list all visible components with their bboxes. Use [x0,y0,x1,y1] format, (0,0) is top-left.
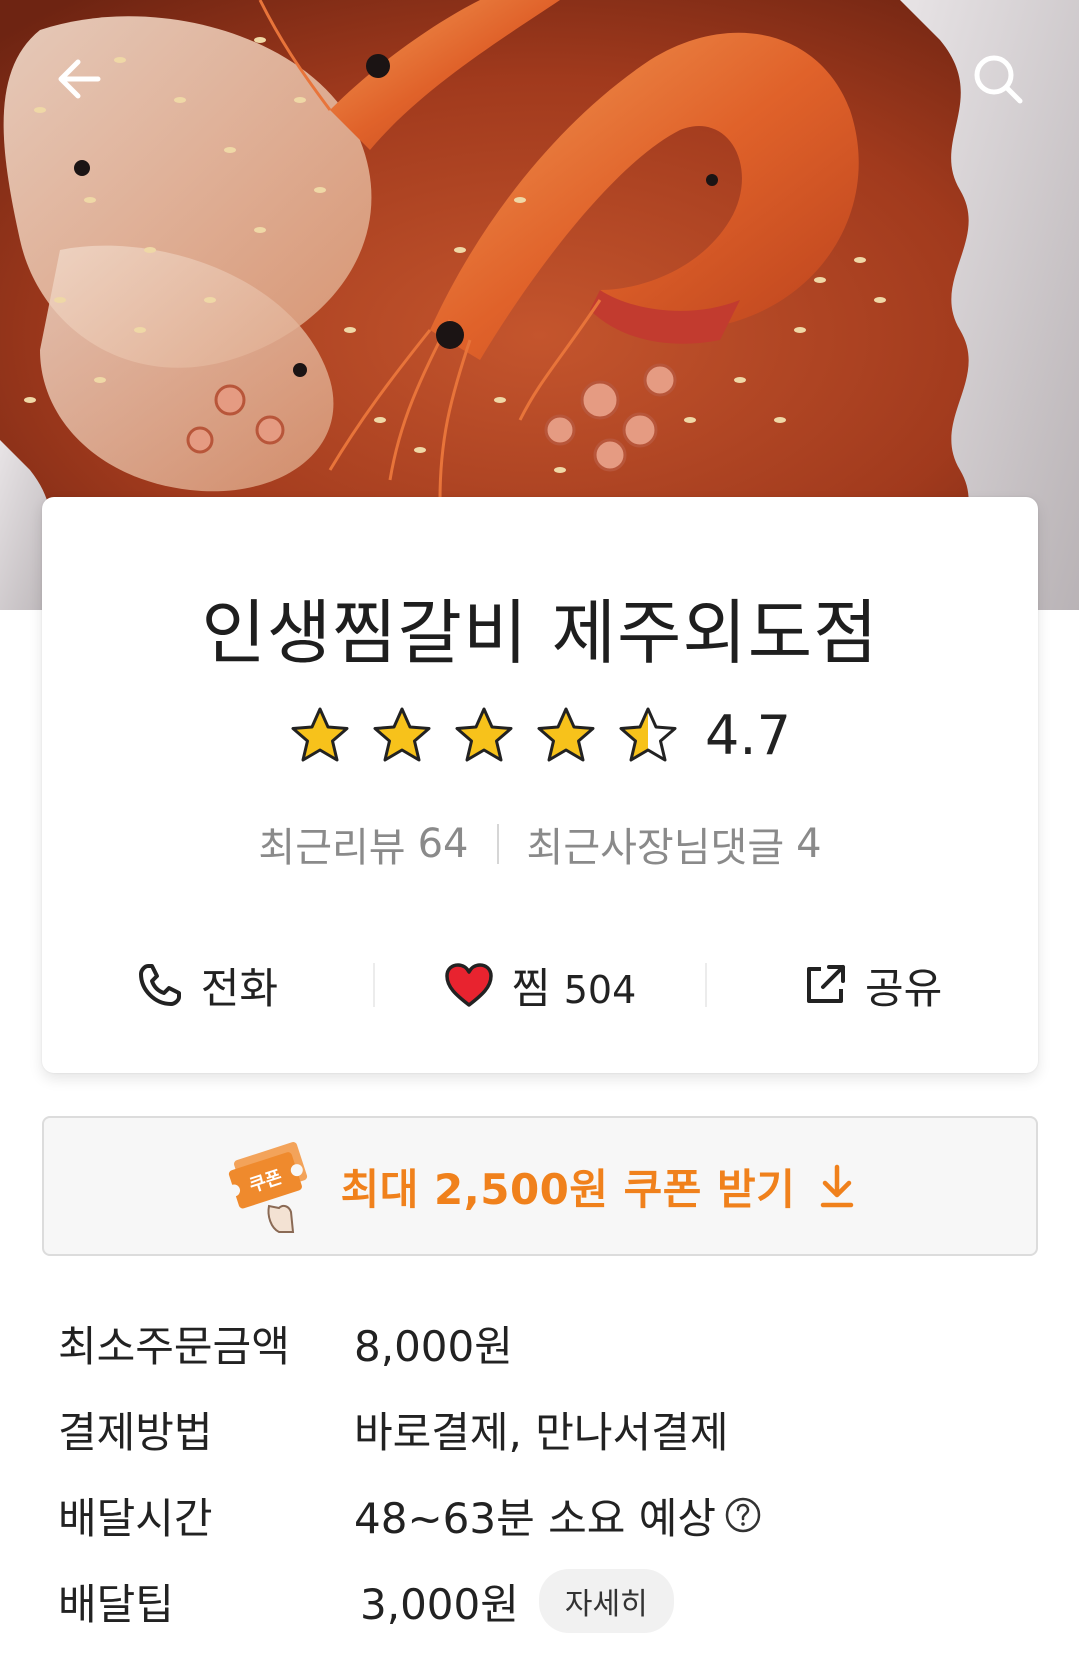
delivery-time-label: 배달시간 [58,1493,213,1543]
delivery-tip-row: 배달팁 3,000원 자세히 [58,1558,1018,1644]
star-filled-icon [291,707,349,762]
payment-label: 결제방법 [58,1407,213,1457]
store-name: 인생찜갈비 제주외도점 [201,592,879,674]
share-label: 공유 [865,963,943,1013]
star-half-icon [619,707,677,762]
delivery-tip-value: 3,000원 [360,1579,519,1629]
favorite-label-text: 찜 [511,963,551,1013]
delivery-tip-value-wrap: 3,000원 자세히 [354,1569,674,1633]
rating-value: 4.7 [705,704,791,767]
store-delivery-info: 최소주문금액 8,000원 결제방법 바로결제, 만나서결제 배달시간 48~6… [58,1300,1018,1644]
favorite-button[interactable]: 찜 504 [375,937,706,1033]
coupon-download-banner[interactable]: 쿠폰 최대 2,500원 쿠폰 받기 [42,1116,1038,1256]
call-button[interactable]: 전화 [42,937,373,1033]
store-info-card: 인생찜갈비 제주외도점 4.7 최근리뷰 64 최근사장님댓글 4 전화 찜 5… [42,497,1038,1073]
help-icon[interactable] [724,1496,762,1534]
share-icon [807,965,846,1003]
coupon-icon: 쿠폰 [227,1142,307,1233]
search-icon [974,55,1023,104]
delivery-time-value: 48~63분 소요 예상 [354,1493,716,1543]
recent-reviews-label: 최근리뷰 [258,825,406,871]
delivery-time-value-wrap: 48~63분 소요 예상 [354,1485,762,1546]
owner-replies-label: 최근사장님댓글 [526,825,785,871]
call-label: 전화 [200,963,278,1013]
download-arrow-icon [821,1164,854,1208]
search-button[interactable] [963,44,1033,114]
min-order-label: 최소주문금액 [58,1321,290,1371]
recent-reviews-count: 64 [417,821,469,867]
review-summary[interactable]: 최근리뷰 64 최근사장님댓글 4 [42,815,1038,873]
payment-row: 결제방법 바로결제, 만나서결제 [58,1386,1018,1472]
phone-icon [138,964,181,1006]
owner-replies-count: 4 [796,821,822,867]
favorite-label: 찜 504 [512,955,637,1016]
divider [496,824,499,864]
delivery-tip-label: 배달팁 [58,1579,174,1629]
min-order-row: 최소주문금액 8,000원 [58,1300,1018,1386]
rating-row[interactable]: 4.7 [42,705,1038,767]
star-filled-icon [373,707,431,762]
arrow-left-icon [58,59,101,99]
favorite-count: 504 [563,967,637,1012]
store-actions: 전화 찜 504 공유 [42,937,1038,1033]
min-order-value: 8,000원 [354,1321,513,1371]
payment-value: 바로결제, 만나서결제 [354,1407,729,1457]
delivery-time-row: 배달시간 48~63분 소요 예상 [58,1472,1018,1558]
share-button[interactable]: 공유 [707,937,1038,1033]
coupon-text: 최대 2,500원 쿠폰 받기 [340,1164,796,1214]
delivery-tip-detail-button[interactable]: 자세히 [538,1569,674,1633]
star-filled-icon [537,707,595,762]
heart-icon [444,963,493,1007]
back-button[interactable] [44,44,114,114]
star-filled-icon [455,707,513,762]
